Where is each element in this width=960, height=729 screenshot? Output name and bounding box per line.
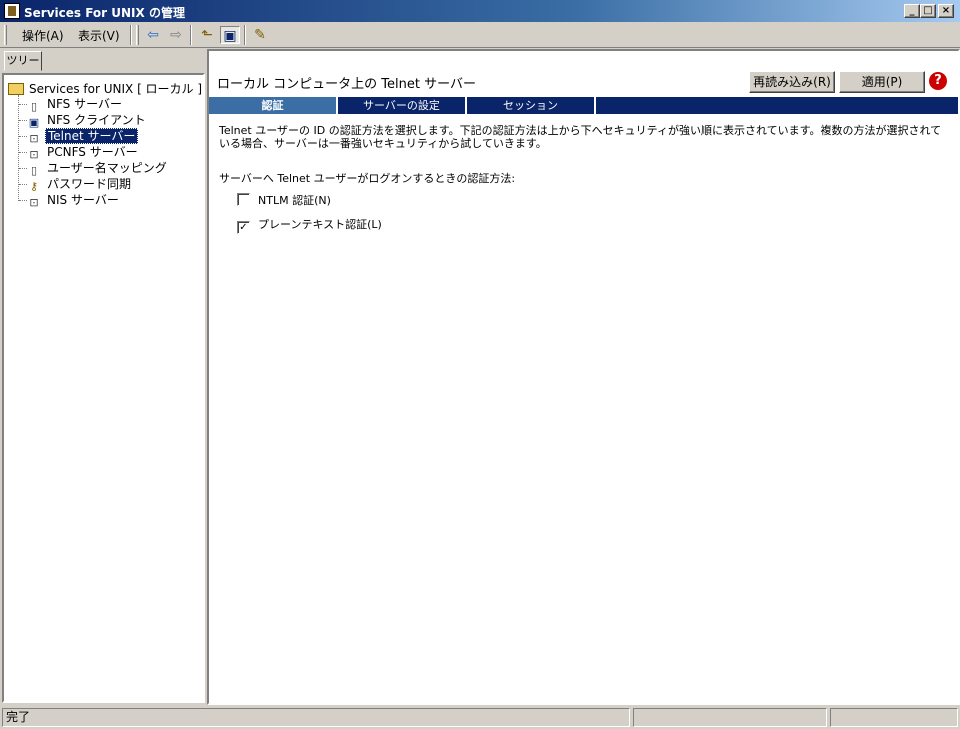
- back-arrow-icon[interactable]: ⇦: [143, 26, 163, 44]
- menu-grip[interactable]: [4, 25, 7, 45]
- ntlm-label: NTLM 認証(N): [258, 194, 331, 207]
- close-button[interactable]: ×: [938, 4, 954, 18]
- tab-sessions[interactable]: セッション: [467, 97, 596, 114]
- tree-item-label: パスワード同期: [47, 177, 132, 191]
- menu-action[interactable]: 操作(A): [22, 27, 64, 44]
- up-folder-icon[interactable]: ⬑: [197, 26, 217, 44]
- maximize-button[interactable]: □: [920, 4, 936, 18]
- menu-toolbar: 操作(A) 表示(V) ⇦ ⇨ ⬑ ▣ ✎: [0, 22, 960, 48]
- tree-item-password-sync[interactable]: ⚷ パスワード同期: [26, 176, 133, 193]
- tab-authentication[interactable]: 認証: [209, 97, 338, 114]
- tree-item-user-mapping[interactable]: ▯ ユーザー名マッピング: [26, 160, 169, 177]
- tree-pane: Services for UNIX [ ローカル ] ▯ NFS サーバー ▣ NF…: [2, 73, 205, 703]
- folder-icon: [8, 83, 24, 95]
- show-tree-icon[interactable]: ▣: [220, 26, 240, 44]
- tree-item-pcnfs-server[interactable]: ⊡ PCNFS サーバー: [26, 144, 140, 161]
- forward-arrow-icon[interactable]: ⇨: [166, 26, 186, 44]
- tree-item-label: NFS サーバー: [47, 97, 122, 111]
- status-panel: [633, 708, 827, 727]
- plaintext-option[interactable]: ✓ プレーンテキスト認証(L): [237, 216, 382, 234]
- auth-method-label: サーバーへ Telnet ユーザーがログオンするときの認証方法:: [219, 172, 516, 185]
- menu-view[interactable]: 表示(V): [78, 27, 120, 44]
- window-title: Services For UNIX の管理: [24, 6, 185, 20]
- tree-item-label: ユーザー名マッピング: [47, 161, 167, 175]
- toolbar-separator: [244, 25, 246, 45]
- tab-server-settings[interactable]: サーバーの設定: [338, 97, 467, 114]
- minimize-button[interactable]: _: [904, 4, 920, 18]
- reload-button[interactable]: 再読み込み(R): [749, 71, 835, 93]
- tree-item-nis-server[interactable]: ⊡ NIS サーバー: [26, 192, 121, 209]
- tree-connector: [18, 95, 19, 201]
- tree-item-label: NFS クライアント: [47, 113, 146, 127]
- toolbar-separator: [190, 25, 192, 45]
- network-computer-icon: ⊡: [29, 196, 39, 209]
- tree-item-telnet-server[interactable]: ⊡ Telnet サーバー: [26, 128, 139, 145]
- tree-item-nfs-server[interactable]: ▯ NFS サーバー: [26, 96, 124, 113]
- plaintext-label: プレーンテキスト認証(L): [258, 218, 382, 231]
- description-text: Telnet ユーザーの ID の認証方法を選択します。下記の認証方法は上から下…: [219, 124, 942, 150]
- status-text: 完了: [2, 708, 630, 727]
- tree-item-label: NIS サーバー: [47, 193, 119, 207]
- page-title: ローカル コンピュータ上の Telnet サーバー: [217, 77, 476, 92]
- ntlm-checkbox[interactable]: [237, 193, 250, 206]
- toolbar-grip[interactable]: [136, 25, 139, 45]
- tree-item-nfs-client[interactable]: ▣ NFS クライアント: [26, 112, 148, 129]
- app-icon: [4, 3, 20, 19]
- toolbar-separator: [130, 25, 132, 45]
- ntlm-option[interactable]: NTLM 認証(N): [237, 192, 331, 208]
- tab-tree[interactable]: ツリー: [4, 51, 42, 71]
- details-pane: ローカル コンピュータ上の Telnet サーバー 再読み込み(R) 適用(P)…: [207, 49, 960, 705]
- status-panel: [830, 708, 958, 727]
- tab-strip: 認証 サーバーの設定 セッション: [209, 97, 958, 114]
- properties-icon[interactable]: ✎: [250, 26, 270, 44]
- plaintext-checkbox[interactable]: ✓: [237, 221, 250, 234]
- tree-root[interactable]: Services for UNIX [ ローカル ]: [8, 81, 204, 97]
- title-bar: Services For UNIX の管理 _ □ ×: [0, 0, 960, 22]
- help-icon[interactable]: ?: [929, 72, 947, 90]
- tree-root-label: Services for UNIX [ ローカル ]: [29, 82, 203, 96]
- tree-item-label: PCNFS サーバー: [47, 145, 138, 159]
- tree-tabbar: ツリー: [0, 49, 205, 71]
- status-bar: 完了: [0, 705, 960, 729]
- apply-button[interactable]: 適用(P): [839, 71, 925, 93]
- tree-item-label: Telnet サーバー: [45, 128, 139, 144]
